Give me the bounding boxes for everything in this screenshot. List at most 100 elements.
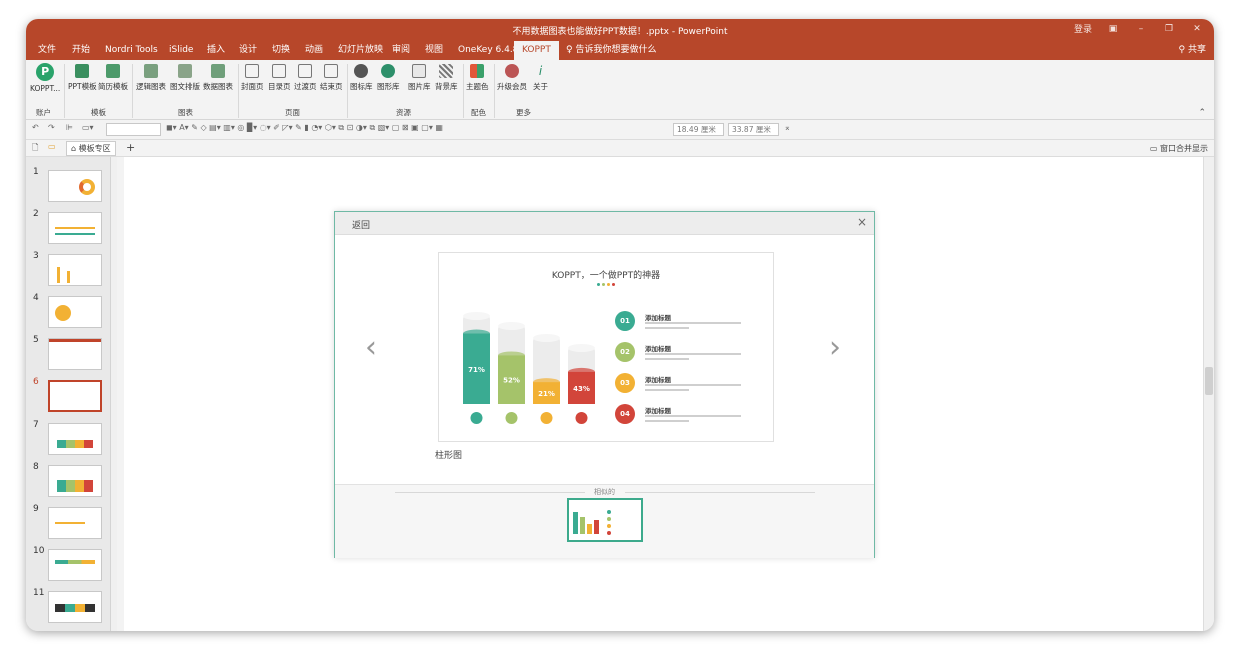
restore-icon[interactable]: ❐ (1162, 24, 1176, 34)
slide-thumbnail-11[interactable] (48, 591, 102, 623)
tab-home[interactable]: 开始 (66, 41, 96, 60)
item-description-line (645, 420, 689, 422)
slide-thumbnail-3[interactable] (48, 254, 102, 286)
item-number-badge: 02 (615, 342, 635, 362)
undo-icon[interactable]: ↶ (32, 123, 39, 132)
resume-template-button[interactable]: 简历模板 (98, 64, 128, 92)
slide-number: 1 (33, 167, 39, 177)
dialog-header: 返回 × (335, 212, 874, 235)
tab-insert[interactable]: 插入 (201, 41, 231, 60)
folder-icon[interactable]: ▭ (48, 142, 56, 151)
slide-number: 4 (33, 293, 39, 303)
item-number-badge: 04 (615, 404, 635, 424)
tab-transitions[interactable]: 切换 (266, 41, 296, 60)
template-caption: 柱形图 (435, 451, 463, 461)
collapse-ribbon-icon[interactable]: ⌃ (1198, 108, 1206, 118)
text-layout-button[interactable]: 图文排版 (170, 64, 200, 92)
slide-thumbnail-4[interactable] (48, 296, 102, 328)
slide-thumbnail-5[interactable] (48, 338, 102, 370)
slide-thumbnail-9[interactable] (48, 507, 102, 539)
end-page-button[interactable]: 结束页 (320, 64, 343, 92)
koppt-account-button[interactable]: P KOPPT... (30, 63, 60, 93)
tab-view[interactable]: 视图 (419, 41, 449, 60)
slide-thumbnail-1[interactable] (48, 170, 102, 202)
width-input[interactable]: 18.49 厘米 (673, 123, 724, 136)
redo-icon[interactable]: ↷ (48, 123, 55, 132)
cover-page-icon (245, 64, 260, 78)
upgrade-member-button[interactable]: 升级会员 (497, 64, 527, 92)
previous-arrow-icon[interactable]: ‹ (365, 330, 377, 365)
slide-thumbnail-8[interactable] (48, 465, 102, 497)
share-button[interactable]: ⚲ 共享 (1179, 41, 1206, 60)
tab-review[interactable]: 审阅 (386, 41, 416, 60)
ribbon-display-icon[interactable]: ▣ (1106, 24, 1120, 34)
shape-library-icon (381, 64, 396, 78)
close-icon[interactable]: × (857, 215, 867, 229)
theme-color-button[interactable]: 主题色 (466, 64, 489, 92)
shape-fill-icon[interactable]: ◼▾ A▾ ✎ ◇ ▤▾ ▥▾ ◎ ▉▾ ◌▾ ✐ ◸▾ ✎ ▮ ◔▾ ⬡▾ ⧉… (166, 123, 443, 133)
member-icon (505, 64, 519, 78)
canvas-scrollbar[interactable] (1203, 157, 1214, 631)
bar-2: 52% (498, 322, 525, 424)
logic-chart-button[interactable]: 逻辑图表 (136, 64, 166, 92)
merge-window-button[interactable]: ▭ 窗口合并显示 (1150, 143, 1208, 154)
slide-number: 5 (33, 335, 39, 345)
next-arrow-icon[interactable]: › (829, 330, 841, 365)
tab-design[interactable]: 设计 (233, 41, 263, 60)
add-tab-button[interactable]: + (126, 141, 135, 154)
data-chart-icon (211, 64, 225, 78)
slide-number: 10 (33, 546, 45, 556)
bar-label: 21% (538, 390, 555, 398)
layout-dropdown-icon[interactable]: ▭▾ (82, 123, 94, 132)
tab-slideshow[interactable]: 幻灯片放映 (332, 41, 389, 60)
tab-koppt[interactable]: KOPPT (514, 41, 559, 60)
cover-page-button[interactable]: 封面页 (241, 64, 264, 92)
bar-label: 71% (468, 366, 485, 374)
slide-thumbnail-7[interactable] (48, 423, 102, 455)
tell-me-search[interactable]: ♀ 告诉我你想要做什么 (560, 41, 662, 60)
document-tab-row: 🗋 ▭ ⌂ 模板专区 + ▭ 窗口合并显示 (26, 140, 1214, 157)
title-dots (597, 283, 615, 286)
group-template: 模板 (91, 108, 106, 117)
shape-library-button[interactable]: 图形库 (377, 64, 400, 92)
slide-thumbnail-2[interactable] (48, 212, 102, 244)
back-button[interactable]: 返回 (352, 218, 370, 231)
slide-thumbnail-10[interactable] (48, 549, 102, 581)
background-library-button[interactable]: 背景库 (435, 64, 458, 92)
item-title: 添加标题 (645, 376, 671, 384)
related-thumbnail[interactable] (567, 498, 643, 542)
height-input[interactable]: 33.87 厘米 (728, 123, 779, 136)
new-file-icon[interactable]: 🗋 (32, 142, 38, 156)
layout-icon (178, 64, 192, 78)
thumbnail-scrollbar[interactable] (110, 157, 117, 631)
group-account: 账户 (36, 108, 51, 117)
bar-label: 52% (503, 377, 520, 385)
toc-page-button[interactable]: 目录页 (268, 64, 291, 92)
ppt-template-button[interactable]: PPT模板 (68, 64, 97, 92)
transition-page-button[interactable]: 过渡页 (294, 64, 317, 92)
tab-animations[interactable]: 动画 (299, 41, 329, 60)
person-icon: ⚲ (1178, 45, 1188, 55)
item-description-line (645, 384, 741, 386)
font-size-box[interactable] (106, 123, 161, 136)
tab-nordri-tools[interactable]: Nordri Tools (99, 41, 164, 60)
close-window-icon[interactable]: ✕ (1190, 24, 1204, 34)
align-icon[interactable]: ⊫ (66, 123, 73, 132)
minimize-icon[interactable]: – (1134, 24, 1148, 34)
about-button[interactable]: i 关于 (533, 64, 548, 92)
tab-islide[interactable]: iSlide (163, 41, 199, 60)
icon-library-button[interactable]: 图标库 (350, 64, 373, 92)
item-description-line (645, 389, 689, 391)
picture-library-button[interactable]: 图片库 (408, 64, 431, 92)
item-title: 添加标题 (645, 345, 671, 353)
slide-thumbnail-6[interactable] (48, 380, 102, 412)
logic-chart-icon (144, 64, 158, 78)
signin-link[interactable]: 登录 (1074, 22, 1092, 35)
template-preview[interactable]: KOPPT，一个做PPT的神器 71% 52% 21% 43% 01 添加标题 02 添加标… (438, 252, 774, 442)
scrollbar-thumb[interactable] (1205, 367, 1213, 395)
template-zone-tab[interactable]: ⌂ 模板专区 (66, 141, 116, 156)
data-chart-button[interactable]: 数据图表 (203, 64, 233, 92)
slide-number: 8 (33, 462, 39, 472)
tab-file[interactable]: 文件 (32, 41, 62, 60)
more-icon[interactable]: ⌅ (784, 123, 791, 132)
